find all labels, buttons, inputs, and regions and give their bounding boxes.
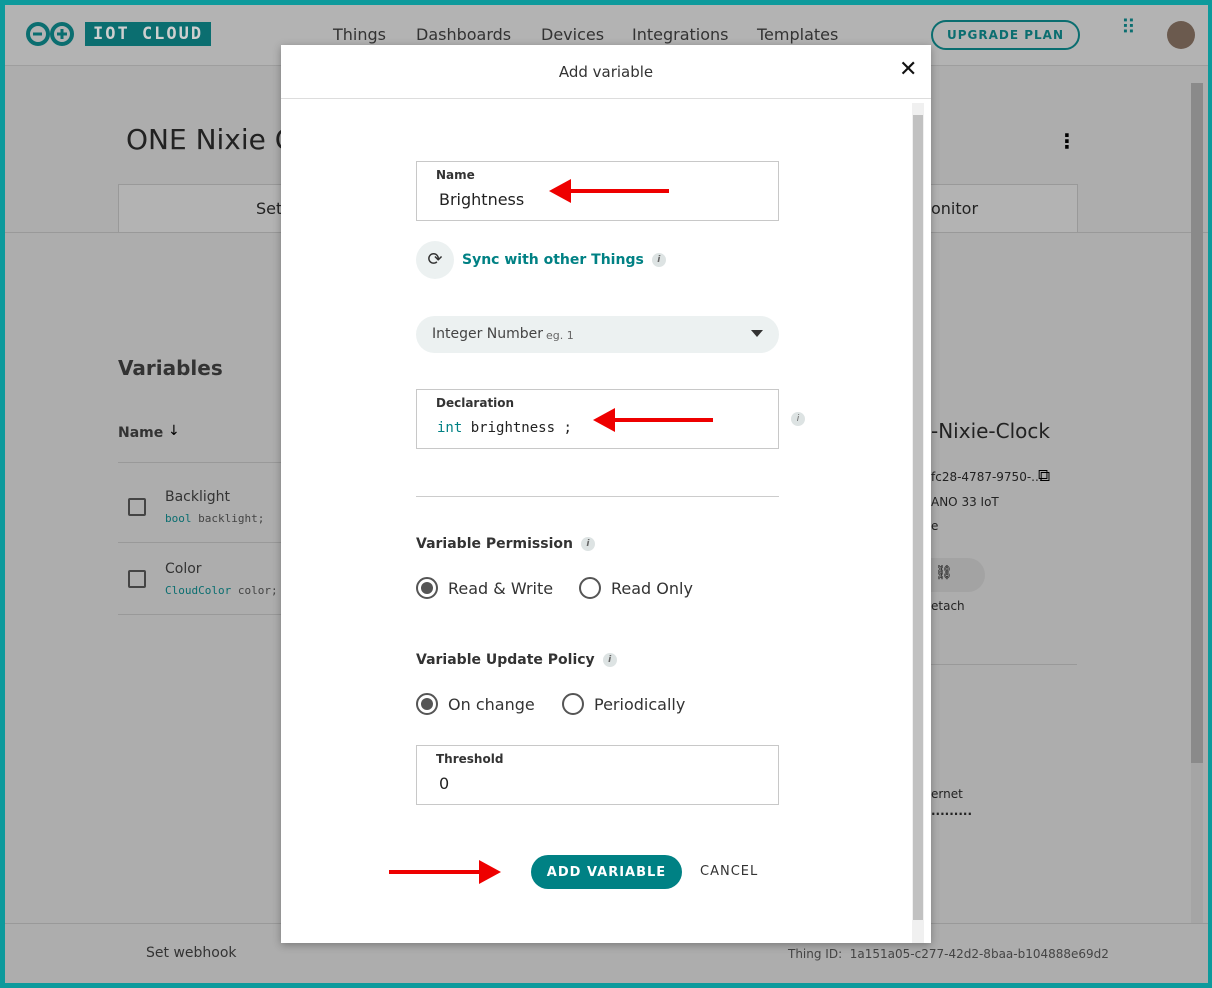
set-webhook-link[interactable]: Set webhook: [146, 945, 237, 961]
dialog-header: Add variable ✕: [281, 45, 931, 99]
add-variable-dialog: Add variable ✕ Name Brightness ⟳ Sync wi…: [281, 45, 931, 943]
arrow-head: [479, 860, 501, 884]
page-scrollbar[interactable]: [1191, 83, 1203, 923]
type-value: Integer Number: [432, 326, 544, 342]
variable-checkbox[interactable]: [128, 570, 146, 588]
avatar[interactable]: [1167, 21, 1195, 49]
radio-icon: [562, 693, 584, 715]
radio-icon: [579, 577, 601, 599]
permission-label: Variable Permission i: [416, 536, 595, 552]
declaration-name[interactable]: brightness: [471, 420, 555, 436]
annotation-arrow: [389, 870, 481, 874]
cancel-button[interactable]: CANCEL: [700, 864, 758, 879]
chevron-down-icon: [751, 330, 763, 337]
logo-text: IOT CLOUD: [85, 22, 212, 46]
sync-label: Sync with other Things: [462, 252, 644, 268]
network-label: ernet: [931, 787, 963, 801]
radio-read-only[interactable]: Read Only: [579, 577, 693, 599]
annotation-arrow: [615, 418, 713, 422]
variable-decl: color;: [237, 584, 278, 597]
name-label: Name: [436, 168, 475, 182]
variable-decl: backlight;: [198, 512, 265, 525]
radio-label: Read Only: [611, 578, 693, 598]
device-type: ANO 33 IoT: [931, 495, 999, 509]
name-input[interactable]: Brightness: [439, 190, 524, 209]
close-icon[interactable]: ✕: [899, 57, 917, 82]
tab-monitor[interactable]: onitor: [931, 199, 978, 218]
radio-periodically[interactable]: Periodically: [562, 693, 685, 715]
variable-name: Color: [165, 561, 202, 577]
link-icon: ⛓: [935, 565, 953, 581]
upgrade-plan-button[interactable]: UPGRADE PLAN: [931, 20, 1080, 50]
dialog-scrollbar[interactable]: [912, 103, 924, 943]
thing-title: ONE Nixie C: [126, 123, 295, 156]
logo[interactable]: IOT CLOUD: [25, 21, 212, 47]
nav-integrations[interactable]: Integrations: [632, 25, 729, 44]
radio-on-change[interactable]: On change: [416, 693, 535, 715]
radio-icon: [416, 693, 438, 715]
apps-grid-icon[interactable]: ⠿: [1121, 17, 1136, 37]
type-select[interactable]: Integer Number eg. 1: [416, 316, 779, 353]
arrow-head: [593, 408, 615, 432]
variable-checkbox[interactable]: [128, 498, 146, 516]
sync-link[interactable]: Sync with other Things i: [462, 252, 666, 268]
radio-label: Periodically: [594, 694, 686, 714]
variable-type: bool: [165, 512, 192, 525]
divider: [931, 664, 1077, 665]
divider: [118, 462, 288, 463]
network-password: ·········: [931, 807, 973, 821]
threshold-input[interactable]: 0: [439, 774, 449, 793]
info-icon[interactable]: i: [602, 653, 617, 667]
device-id: fc28-4787-9750-...: [931, 470, 1043, 484]
detach-label: etach: [931, 599, 965, 613]
policy-label: Variable Update Policy i: [416, 652, 617, 668]
threshold-field[interactable]: Threshold 0: [416, 745, 779, 805]
arrow-head: [549, 179, 571, 203]
declaration-type: int: [437, 420, 463, 436]
nav-dashboards[interactable]: Dashboards: [416, 25, 511, 44]
radio-icon: [416, 577, 438, 599]
radio-label: On change: [448, 694, 535, 714]
threshold-label: Threshold: [436, 752, 504, 766]
arduino-logo-icon: [26, 22, 74, 46]
type-hint: eg. 1: [546, 329, 574, 342]
divider: [118, 614, 288, 615]
radio-label: Read & Write: [448, 578, 554, 598]
annotation-arrow: [561, 189, 669, 193]
divider: [416, 496, 779, 497]
nav-devices[interactable]: Devices: [541, 25, 604, 44]
radio-read-write[interactable]: Read & Write: [416, 577, 553, 599]
app-frame: IOT CLOUD Things Dashboards Devices Inte…: [5, 5, 1208, 983]
info-icon[interactable]: i: [651, 253, 666, 267]
scrollbar-thumb[interactable]: [913, 115, 923, 920]
variable-type: CloudColor: [165, 584, 232, 597]
add-variable-button[interactable]: ADD VARIABLE: [531, 855, 682, 889]
nav-templates[interactable]: Templates: [757, 25, 838, 44]
device-name: -Nixie-Clock: [931, 419, 1050, 443]
declaration-label: Declaration: [436, 396, 515, 410]
copy-icon[interactable]: ⧉: [1038, 466, 1050, 486]
divider: [118, 542, 288, 543]
device-status: e: [931, 519, 939, 533]
info-icon[interactable]: i: [791, 412, 805, 426]
scrollbar-thumb[interactable]: [1191, 83, 1203, 763]
name-column-header[interactable]: Name: [118, 425, 163, 441]
nav-things[interactable]: Things: [333, 25, 386, 44]
variable-name: Backlight: [165, 489, 231, 505]
sync-icon[interactable]: ⟳: [416, 241, 454, 279]
info-icon[interactable]: i: [580, 537, 595, 551]
variables-heading: Variables: [118, 356, 223, 380]
thing-id-value: 1a151a05-c277-42d2-8baa-b104888e69d2: [849, 947, 1109, 961]
sort-down-icon[interactable]: ↓: [168, 423, 180, 439]
more-options-icon[interactable]: ⋮: [1057, 129, 1077, 153]
thing-id-label: Thing ID:: [788, 947, 843, 961]
dialog-title: Add variable: [558, 63, 654, 81]
tab-setup[interactable]: Set: [256, 199, 282, 218]
